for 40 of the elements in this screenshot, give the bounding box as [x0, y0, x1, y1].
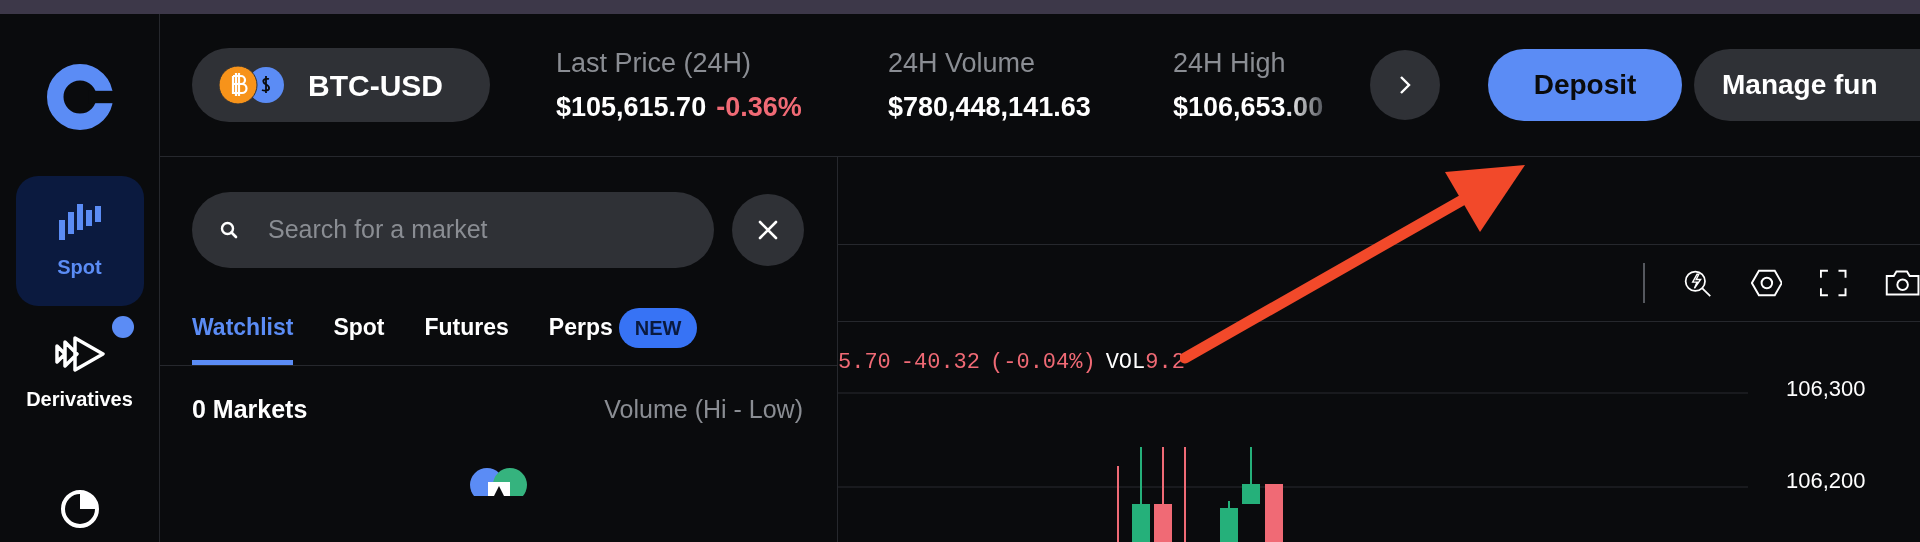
- stat-label: 24H High: [1173, 46, 1287, 80]
- tab[interactable]: Spot: [333, 295, 385, 365]
- stat-label: 24H Volume: [888, 46, 1037, 80]
- candle: [1220, 500, 1238, 542]
- chevron-right-icon: [1399, 75, 1411, 95]
- sidebar-item[interactable]: Spot: [15, 176, 144, 306]
- tab[interactable]: Futures: [424, 295, 509, 365]
- new-badge: NEW: [618, 308, 698, 348]
- price-change: -0.36%: [716, 91, 802, 124]
- legend-value: -40.32: [900, 348, 981, 377]
- fast-forward-icon: [54, 336, 105, 372]
- price-axis-label: 106,300: [1786, 378, 1866, 400]
- sort-selector[interactable]: Volume (Hi - Low): [604, 391, 803, 429]
- tab[interactable]: Watchlist: [192, 295, 294, 365]
- stat-label: Last Price (24H): [556, 46, 753, 80]
- search-bar[interactable]: Search for a market: [192, 192, 714, 268]
- stat-value: $780,448,141.63: [888, 91, 1091, 124]
- search-icon: [220, 221, 238, 239]
- market-selector[interactable]: BTC-USD: [192, 48, 490, 122]
- price-axis-label: 106,200: [1786, 470, 1866, 492]
- deposit-button[interactable]: Deposit: [1488, 49, 1682, 121]
- coin-pair-icon: [218, 65, 286, 105]
- candle: [1242, 446, 1260, 505]
- manage-funds-button[interactable]: Manage fun: [1694, 49, 1920, 121]
- settings-icon[interactable]: [1750, 267, 1783, 299]
- stat-value: $105,615.70: [556, 91, 707, 124]
- legend-value: 5.70: [838, 348, 891, 377]
- logo-icon[interactable]: [46, 64, 113, 130]
- empty-state-icon: [469, 468, 528, 496]
- market-count: 0 Markets: [192, 394, 308, 426]
- tab[interactable]: Perps: [548, 295, 613, 365]
- pie-chart-icon: [59, 489, 100, 529]
- search-field[interactable]: Search for a market: [268, 211, 648, 249]
- volume-label: VOL: [1105, 348, 1146, 377]
- fullscreen-icon[interactable]: [1820, 268, 1847, 298]
- camera-icon[interactable]: [1884, 268, 1920, 298]
- legend-value: (-0.04%): [990, 348, 1096, 377]
- close-icon: [758, 220, 778, 240]
- sidebar-item[interactable]: Derivatives: [15, 310, 144, 440]
- candle: [1265, 484, 1283, 542]
